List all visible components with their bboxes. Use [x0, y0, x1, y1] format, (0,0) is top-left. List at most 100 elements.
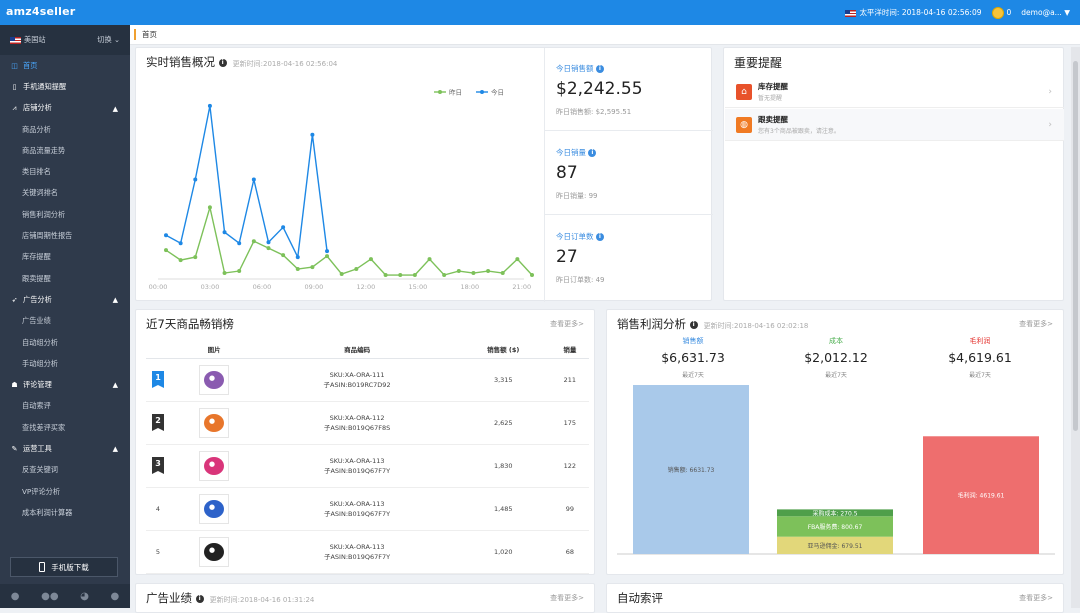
sales-amount: 1,020 — [455, 530, 551, 574]
sidebar-item-label: 运营工具 — [23, 443, 52, 453]
product-image[interactable] — [199, 536, 230, 567]
sidebar-item[interactable]: VP评论分析 — [0, 481, 130, 502]
table-row[interactable]: 5 SKU:XA-ORA-113 子ASIN:B019Q67F7Y 1,020 68 — [146, 530, 589, 574]
sidebar-item[interactable]: 广告业绩 — [0, 311, 130, 332]
alert-title: 库存提醒 — [758, 82, 788, 91]
alert-desc: 您有3个商品被跟卖，请注意。 — [758, 128, 840, 135]
alert-item[interactable]: ◍ 跟卖提醒 您有3个商品被跟卖，请注意。 › — [725, 109, 1064, 141]
rank-number: 4 — [155, 504, 161, 513]
sidebar-item[interactable]: 反查关键词 — [0, 460, 130, 481]
data-point — [222, 230, 227, 235]
data-point — [442, 273, 447, 278]
data-point — [486, 269, 491, 274]
data-point — [500, 271, 505, 276]
sidebar-item[interactable]: 库存提醒 — [0, 247, 130, 268]
coin-balance[interactable]: 0 — [991, 6, 1011, 19]
sales-qty: 211 — [550, 358, 589, 402]
data-point — [207, 103, 212, 108]
table-row[interactable]: 2 SKU:XA-ORA-112 子ASIN:B019Q67F8S 2,625 175 — [146, 401, 589, 445]
team-icon[interactable]: ●● — [41, 591, 58, 602]
switch-marketplace-button[interactable]: 切换 ⌄ — [97, 35, 120, 45]
marketplace-selector[interactable]: 美国站 切换 ⌄ — [0, 25, 130, 55]
sidebar-item[interactable]: 查找差评买家 — [0, 417, 130, 438]
chevron-right-icon: › — [1048, 119, 1052, 130]
info-icon[interactable]: i — [195, 594, 204, 603]
data-point — [427, 257, 432, 262]
x-tick-label: 03:00 — [201, 283, 220, 291]
data-point — [295, 267, 300, 272]
sidebar-item[interactable]: ☗ 评论管理 ▲ — [0, 374, 130, 395]
sidebar-item[interactable]: ➶ 广告分析 ▲ — [0, 289, 130, 310]
product-image[interactable] — [199, 407, 230, 438]
sidebar-item[interactable]: 店铺周期性报告 — [0, 225, 130, 246]
info-icon[interactable]: i — [588, 149, 597, 157]
breadcrumb-home[interactable]: 首页 — [142, 29, 157, 40]
data-point — [515, 257, 520, 262]
sidebar-item[interactable]: ▯ 手机通知提醒 — [0, 76, 130, 97]
table-row[interactable]: 3 SKU:XA-ORA-113 子ASIN:B019Q67F7Y 1,830 122 — [146, 444, 589, 488]
sidebar-item[interactable]: 销售利润分析 — [0, 204, 130, 225]
sidebar-item[interactable]: 自动组分析 — [0, 332, 130, 353]
sidebar-item[interactable]: 商品流量走势 — [0, 140, 130, 161]
product-image[interactable] — [199, 364, 230, 395]
data-point — [251, 177, 256, 182]
data-point — [164, 233, 168, 238]
sidebar-item[interactable]: 自动索评 — [0, 396, 130, 417]
card-title: 自动索评 — [617, 591, 663, 605]
sku: SKU:XA-ORA-113 — [329, 499, 385, 508]
sidebar-item[interactable]: 关键词排名 — [0, 183, 130, 204]
table-row[interactable]: 4 SKU:XA-ORA-113 子ASIN:B019Q67F7Y 1,485 99 — [146, 487, 589, 531]
table-row[interactable]: 1 SKU:XA-ORA-111 子ASIN:B019RC7D92 3,315 211 — [146, 358, 589, 402]
product-image[interactable] — [199, 450, 230, 481]
chevron-up-icon: ▲ — [112, 104, 118, 113]
coin-icon — [991, 6, 1004, 19]
sidebar-item[interactable]: 类目排名 — [0, 161, 130, 182]
sales-bar-label: 销售额: 6631.73 — [668, 466, 715, 474]
chat-icon[interactable]: ◕ — [80, 591, 89, 602]
rank-badge: 2 — [152, 414, 164, 431]
sales-qty: 99 — [550, 487, 589, 531]
view-more-link[interactable]: 查看更多> — [550, 593, 584, 603]
info-icon[interactable]: i — [595, 65, 604, 73]
user-icon[interactable]: ● — [11, 591, 20, 602]
sidebar-item[interactable]: 成本利润计算器 — [0, 502, 130, 523]
stat-yesterday: 昨日销售额: $2,595.51 — [556, 108, 632, 116]
stat-yesterday: 昨日订单数: 49 — [556, 276, 605, 284]
menu-icon: ▯ — [12, 82, 17, 91]
product-image[interactable] — [199, 493, 230, 524]
sidebar-item[interactable]: 跟卖提醒 — [0, 268, 130, 289]
caret-down-icon: ▼ — [1064, 8, 1070, 17]
data-point — [456, 269, 461, 274]
sales-amount: 1,485 — [455, 487, 551, 531]
sidebar-item[interactable]: 手动组分析 — [0, 353, 130, 374]
data-point — [310, 265, 315, 270]
data-point — [266, 246, 271, 251]
group-icon[interactable]: ● — [110, 591, 119, 602]
table-header: 销量 — [550, 340, 589, 359]
x-tick-label: 15:00 — [408, 283, 427, 291]
info-icon[interactable]: i — [595, 233, 604, 241]
view-more-link[interactable]: 查看更多> — [1019, 593, 1053, 603]
scrollbar[interactable] — [1071, 47, 1080, 608]
view-more-link[interactable]: 查看更多> — [550, 319, 584, 329]
asin: 子ASIN:B019Q67F7Y — [323, 466, 391, 475]
sidebar-item[interactable]: 商品分析 — [0, 119, 130, 140]
sidebar-item-label: 商品分析 — [22, 124, 51, 134]
data-point — [383, 273, 388, 278]
sidebar-item[interactable]: ◫ 首页 — [0, 55, 130, 76]
data-point — [251, 239, 256, 244]
alert-item[interactable]: ⌂ 库存提醒 暂无提醒 › — [725, 76, 1064, 108]
sidebar-item-label: 评论管理 — [23, 380, 52, 390]
sidebar-item-label: VP评论分析 — [22, 486, 61, 496]
sku: SKU:XA-ORA-112 — [329, 413, 385, 422]
user-menu[interactable]: demo@a... ▼ — [1021, 8, 1070, 17]
alert-title: 跟卖提醒 — [758, 115, 788, 124]
stat-panel: 今日销量 i 87 昨日销量: 99 — [545, 132, 713, 215]
sidebar-item[interactable]: ✎ 运营工具 ▲ — [0, 438, 130, 459]
asin: 子ASIN:B019Q67F8S — [323, 423, 391, 432]
mobile-download-button[interactable]: 手机版下载 — [10, 557, 118, 577]
app-logo[interactable]: amz4seller — [6, 5, 75, 18]
sidebar-item-label: 首页 — [23, 60, 38, 70]
sku: SKU:XA-ORA-113 — [329, 456, 385, 465]
sidebar-item[interactable]: ⩘ 店铺分析 ▲ — [0, 98, 130, 119]
